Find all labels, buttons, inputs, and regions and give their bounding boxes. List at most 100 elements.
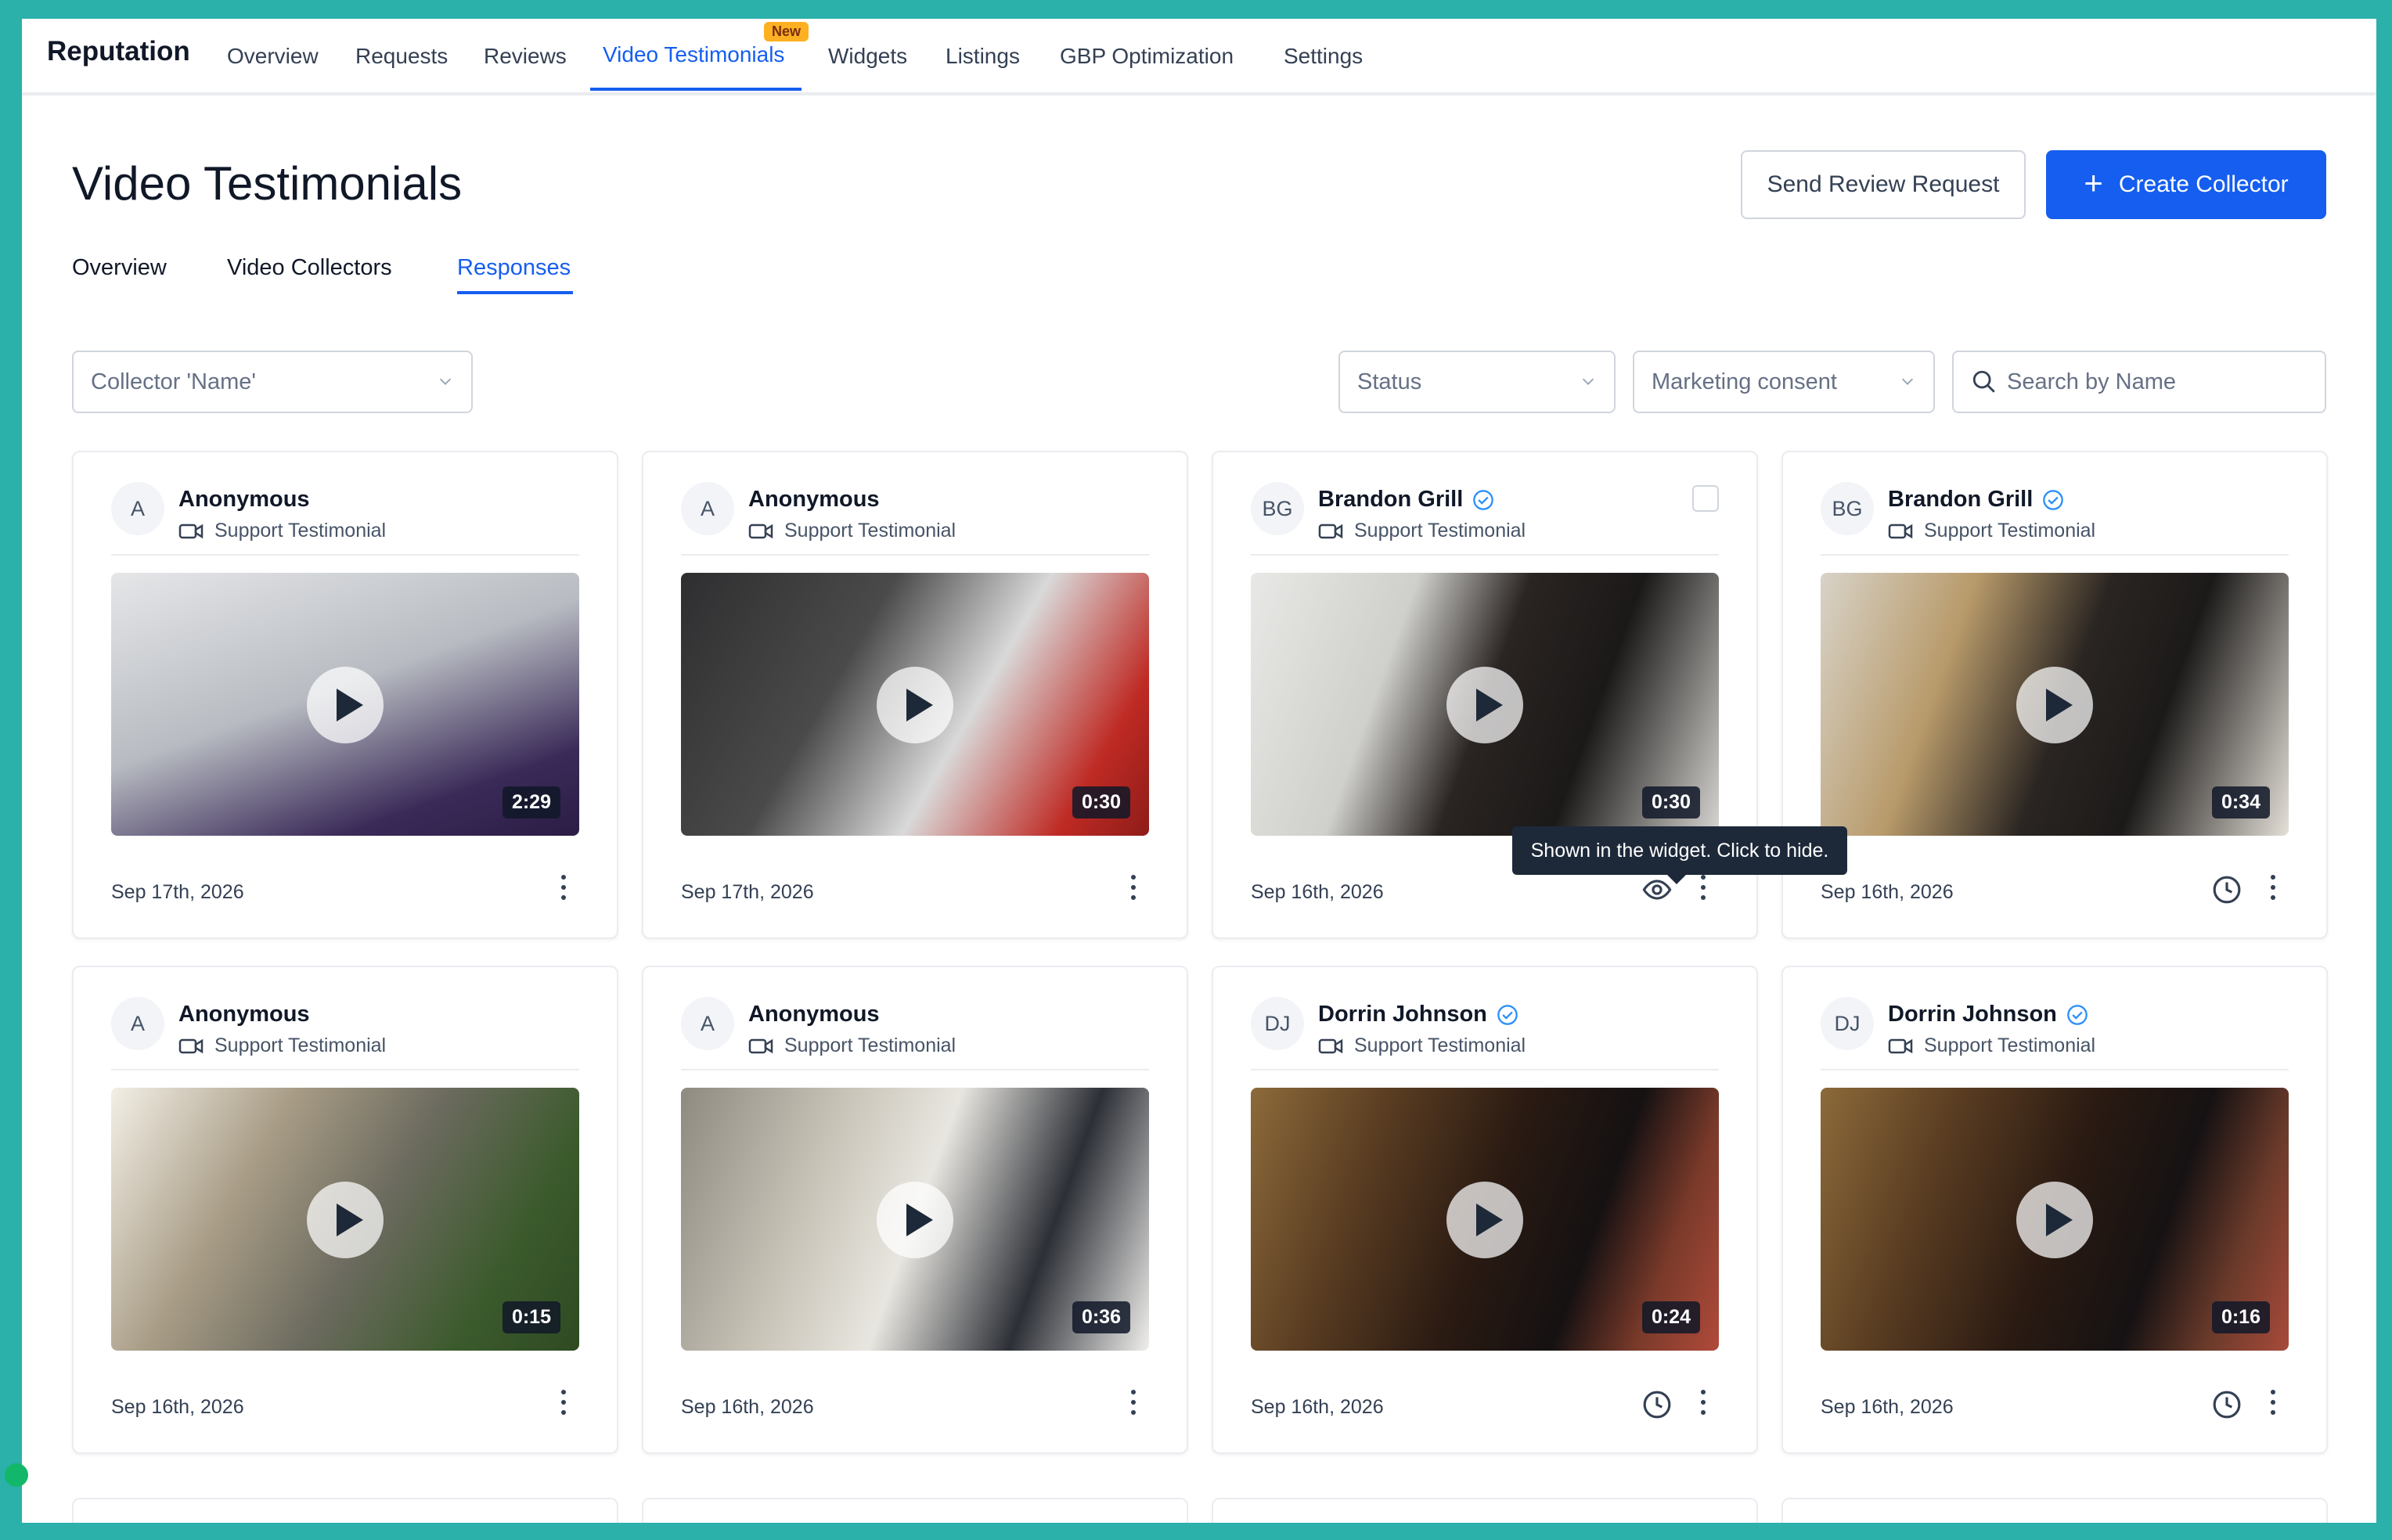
send-review-request-button[interactable]: Send Review Request bbox=[1741, 150, 2026, 219]
video-thumbnail[interactable]: 0:30 bbox=[1251, 573, 1719, 836]
testimonial-type: Support Testimonial bbox=[1354, 1034, 1526, 1056]
create-collector-label: Create Collector bbox=[2118, 171, 2289, 197]
respondent-name: Dorrin Johnson bbox=[1318, 1002, 1487, 1027]
avatar: A bbox=[681, 997, 734, 1050]
testimonial-type: Support Testimonial bbox=[1354, 520, 1526, 542]
response-card[interactable]: A Anonymous Support Testimonial 0:36 Sep… bbox=[642, 966, 1188, 1454]
avatar: A bbox=[111, 997, 164, 1050]
avatar: A bbox=[111, 482, 164, 535]
response-date: Sep 16th, 2026 bbox=[681, 1396, 814, 1418]
chevron-down-icon bbox=[439, 378, 452, 385]
more-options-icon[interactable] bbox=[559, 1390, 568, 1418]
app-window: Reputation Overview Requests Reviews Vid… bbox=[22, 19, 2376, 1523]
nav-gbp-optimization[interactable]: GBP Optimization bbox=[1060, 44, 1234, 69]
select-checkbox[interactable] bbox=[1692, 485, 1719, 512]
video-thumbnail[interactable]: 0:36 bbox=[681, 1088, 1149, 1351]
divider bbox=[1251, 1069, 1719, 1070]
response-date: Sep 16th, 2026 bbox=[1821, 1396, 1954, 1418]
play-icon[interactable] bbox=[1446, 1182, 1523, 1258]
divider bbox=[681, 1069, 1149, 1070]
video-thumbnail[interactable]: 0:16 bbox=[1821, 1088, 2289, 1351]
nav-settings[interactable]: Settings bbox=[1284, 44, 1363, 69]
video-camera-icon bbox=[1888, 524, 1913, 538]
response-card[interactable]: DJ Dorrin Johnson Support Testimonial 0:… bbox=[1781, 966, 2328, 1454]
search-input[interactable]: Search by Name bbox=[1952, 351, 2326, 413]
testimonial-type: Support Testimonial bbox=[214, 520, 387, 542]
play-icon[interactable] bbox=[307, 667, 384, 743]
divider bbox=[681, 554, 1149, 556]
page-title: Video Testimonials bbox=[72, 157, 463, 210]
more-options-icon[interactable] bbox=[559, 875, 568, 903]
respondent-name: Anonymous bbox=[178, 487, 310, 512]
new-badge: New bbox=[764, 22, 809, 41]
more-options-icon[interactable] bbox=[1699, 1390, 1708, 1418]
chevron-down-icon bbox=[1901, 378, 1914, 385]
response-card-partial[interactable] bbox=[1781, 1498, 2328, 1523]
respondent-name: Anonymous bbox=[748, 1002, 880, 1027]
clock-icon[interactable] bbox=[2212, 1390, 2242, 1419]
respondent-name: Dorrin Johnson bbox=[1888, 1002, 2057, 1027]
video-thumbnail[interactable]: 2:29 bbox=[111, 573, 579, 836]
play-icon[interactable] bbox=[877, 667, 953, 743]
nav-reviews[interactable]: Reviews bbox=[484, 44, 567, 69]
tab-responses[interactable]: Responses bbox=[457, 255, 571, 281]
response-card-partial[interactable] bbox=[642, 1498, 1188, 1523]
testimonial-type: Support Testimonial bbox=[1924, 520, 2096, 542]
status-select-placeholder: Status bbox=[1357, 369, 1422, 394]
response-card-partial[interactable] bbox=[1212, 1498, 1758, 1523]
response-card[interactable]: A Anonymous Support Testimonial 0:30 Sep… bbox=[642, 451, 1188, 939]
collector-select[interactable]: Collector 'Name' bbox=[72, 351, 473, 413]
avatar: A bbox=[681, 482, 734, 535]
marketing-consent-select[interactable]: Marketing consent bbox=[1633, 351, 1935, 413]
video-thumbnail[interactable]: 0:34 bbox=[1821, 573, 2289, 836]
video-duration: 0:16 bbox=[2211, 1301, 2270, 1333]
verified-icon bbox=[1473, 489, 1494, 510]
sidebar-toggle-handle[interactable] bbox=[5, 1463, 28, 1487]
video-thumbnail[interactable]: 0:30 bbox=[681, 573, 1149, 836]
nav-requests[interactable]: Requests bbox=[355, 44, 448, 69]
video-camera-icon bbox=[1318, 524, 1343, 538]
play-icon[interactable] bbox=[2016, 667, 2093, 743]
nav-video-testimonials[interactable]: Video Testimonials bbox=[603, 42, 784, 67]
more-options-icon[interactable] bbox=[2268, 875, 2278, 903]
play-icon[interactable] bbox=[307, 1182, 384, 1258]
response-card-partial[interactable] bbox=[72, 1498, 618, 1523]
nav-listings[interactable]: Listings bbox=[946, 44, 1020, 69]
nav-overview[interactable]: Overview bbox=[227, 44, 319, 69]
avatar: DJ bbox=[1251, 997, 1304, 1050]
video-duration: 0:34 bbox=[2211, 786, 2270, 819]
nav-widgets[interactable]: Widgets bbox=[828, 44, 907, 69]
response-card[interactable]: A Anonymous Support Testimonial 2:29 Sep… bbox=[72, 451, 618, 939]
testimonial-type: Support Testimonial bbox=[214, 1034, 387, 1056]
play-icon[interactable] bbox=[877, 1182, 953, 1258]
clock-icon[interactable] bbox=[1642, 1390, 1672, 1419]
testimonial-type: Support Testimonial bbox=[784, 520, 956, 542]
more-options-icon[interactable] bbox=[1129, 875, 1138, 903]
clock-icon[interactable] bbox=[2212, 875, 2242, 905]
play-icon[interactable] bbox=[1446, 667, 1523, 743]
more-options-icon[interactable] bbox=[1129, 1390, 1138, 1418]
response-card[interactable]: DJ Dorrin Johnson Support Testimonial 0:… bbox=[1212, 966, 1758, 1454]
avatar: BG bbox=[1251, 482, 1304, 535]
plus-icon: + bbox=[2084, 164, 2103, 201]
more-options-icon[interactable] bbox=[2268, 1390, 2278, 1418]
search-placeholder: Search by Name bbox=[2007, 369, 2176, 394]
respondent-name: Brandon Grill bbox=[1318, 487, 1464, 512]
respondent-name: Anonymous bbox=[178, 1002, 310, 1027]
tab-video-collectors[interactable]: Video Collectors bbox=[227, 255, 392, 281]
tab-overview[interactable]: Overview bbox=[72, 255, 167, 281]
response-card[interactable]: BG Brandon Grill Support Testimonial 0:3… bbox=[1781, 451, 2328, 939]
response-card[interactable]: A Anonymous Support Testimonial 0:15 Sep… bbox=[72, 966, 618, 1454]
top-nav: Reputation Overview Requests Reviews Vid… bbox=[22, 19, 2376, 95]
verified-icon bbox=[2067, 1004, 2088, 1025]
brand-title: Reputation bbox=[47, 36, 190, 67]
divider bbox=[1251, 554, 1719, 556]
more-options-icon[interactable] bbox=[1699, 875, 1708, 903]
chevron-down-icon bbox=[1582, 378, 1594, 385]
play-icon[interactable] bbox=[2016, 1182, 2093, 1258]
video-thumbnail[interactable]: 0:15 bbox=[111, 1088, 579, 1351]
create-collector-button[interactable]: + Create Collector bbox=[2046, 150, 2326, 219]
video-thumbnail[interactable]: 0:24 bbox=[1251, 1088, 1719, 1351]
status-select[interactable]: Status bbox=[1338, 351, 1616, 413]
video-duration: 0:30 bbox=[1641, 786, 1700, 819]
